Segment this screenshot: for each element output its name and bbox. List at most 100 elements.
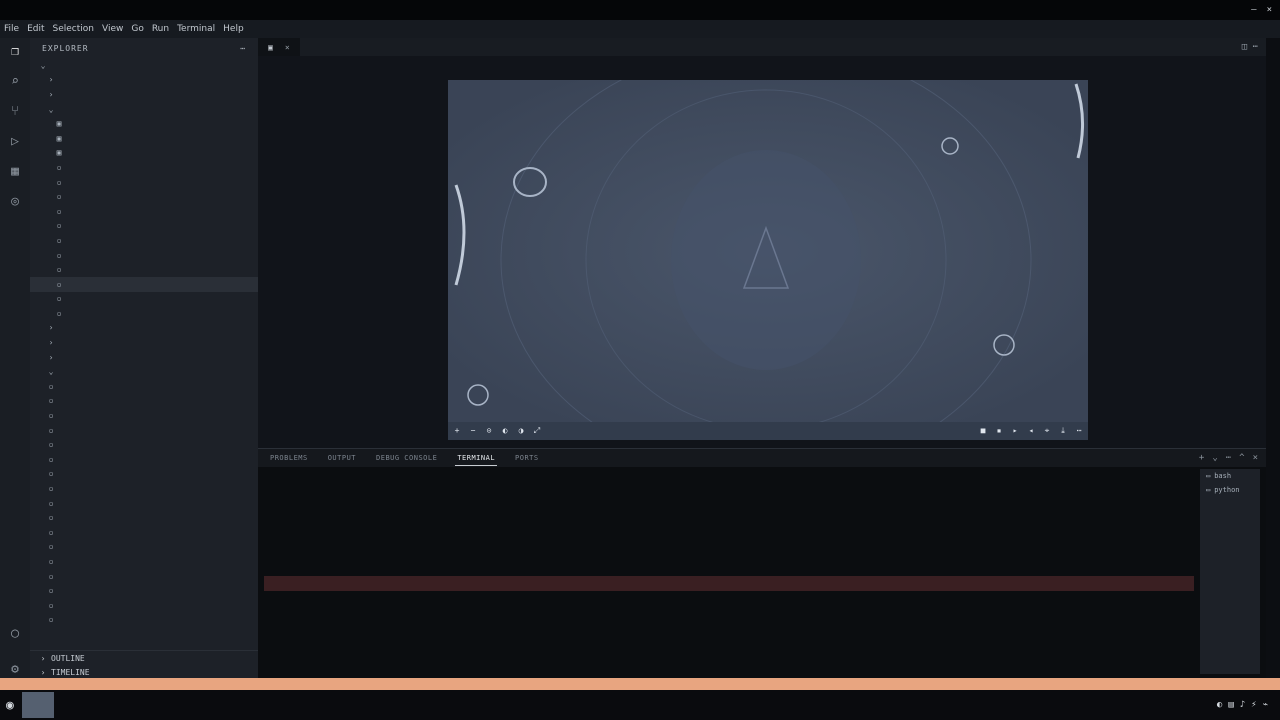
source-control-icon[interactable]: ⑂ [7,104,23,120]
tree-item[interactable]: ▫ [30,437,258,452]
zoom-out-icon[interactable]: − [468,426,478,436]
tree-item[interactable]: › [30,335,258,350]
tree-item[interactable]: ▫ [30,554,258,569]
vertical-scrollbar[interactable] [1266,38,1280,678]
tab-debug-console[interactable]: DEBUG CONSOLE [374,451,439,465]
editor-tab-image[interactable]: ▣ × [258,38,300,56]
tree-item[interactable]: ⌄ [30,364,258,379]
tree-item[interactable]: ▫ [30,598,258,613]
prev-icon[interactable]: ◂ [1026,426,1036,436]
timeline-header[interactable]: › TIMELINE [30,666,258,678]
tab-terminal[interactable]: TERMINAL [455,451,498,466]
remote-icon[interactable]: ◎ [7,194,23,210]
tree-item[interactable]: ▫ [30,160,258,175]
terminal-output[interactable] [264,471,1194,676]
menu-go[interactable]: Go [131,24,143,34]
invert-icon[interactable]: ◑ [516,426,526,436]
tree-item[interactable]: ▫ [30,613,258,628]
new-terminal-icon[interactable]: + [1199,453,1204,463]
crosshair-icon[interactable]: ⌖ [1042,426,1052,436]
maximize-panel-icon[interactable]: ^ [1239,453,1244,463]
terminal-dropdown-icon[interactable]: ⌄ [1212,453,1217,463]
tree-item[interactable]: › [30,87,258,102]
tree-item[interactable]: ▫ [30,408,258,423]
close-panel-icon[interactable]: × [1253,453,1258,463]
tree-item[interactable]: ▫ [30,276,258,292]
zoom-in-icon[interactable]: + [452,426,462,436]
tray-icon[interactable]: ♪ [1240,700,1245,710]
terminal-list-item[interactable]: ▭ python [1200,483,1260,497]
tree-item[interactable]: ▫ [30,525,258,540]
stop-icon[interactable]: ■ [978,426,988,436]
tree-item[interactable]: ▫ [30,583,258,598]
download-icon[interactable]: ⤓ [1058,426,1068,436]
run-debug-icon[interactable]: ▷ [7,134,23,150]
reset-view-icon[interactable]: ⊙ [484,426,494,436]
tree-item[interactable]: ⌄ [30,58,258,73]
tree-item[interactable]: ▫ [30,467,258,482]
terminal-list-item[interactable]: ▭ bash [1200,469,1260,483]
tree-item[interactable]: ▣ [30,116,258,131]
start-icon[interactable]: ◉ [6,698,14,713]
tray-icon[interactable]: ⌁ [1263,700,1268,710]
tray-icon[interactable]: ▤ [1228,700,1233,710]
extensions-icon[interactable]: ▦ [7,164,23,180]
account-icon[interactable]: ◯ [7,626,23,642]
tree-item[interactable]: ▫ [30,540,258,555]
contrast-icon[interactable]: ◐ [500,426,510,436]
tray-icon[interactable]: ⚡ [1251,700,1256,710]
search-icon[interactable]: ⌕ [7,74,23,90]
tree-item[interactable]: ▫ [30,262,258,277]
tab-output[interactable]: OUTPUT [326,451,358,465]
fit-icon[interactable]: ⤢ [532,426,542,436]
more-icon[interactable]: ⋯ [1074,426,1084,436]
files-icon[interactable]: ❐ [7,44,23,60]
tree-item[interactable]: ▫ [30,423,258,438]
menu-help[interactable]: Help [223,24,244,34]
tree-item[interactable]: ▫ [30,481,258,496]
tree-item[interactable]: ▫ [30,452,258,467]
tray-icon[interactable]: ◐ [1217,700,1222,710]
tree-item[interactable]: › [30,321,258,336]
tree-item[interactable]: ▫ [30,496,258,511]
tree-item[interactable]: ▣ [30,131,258,146]
tree-item[interactable]: ▫ [30,379,258,394]
menu-selection[interactable]: Selection [53,24,94,34]
tree-item[interactable]: ▫ [30,175,258,190]
image-preview[interactable]: + − ⊙ ◐ ◑ ⤢ ■ ▪ ▸ ◂ ⌖ ⤓ ⋯ [448,80,1088,440]
tree-item[interactable]: ▫ [30,569,258,584]
menu-edit[interactable]: Edit [27,24,44,34]
minimize-button[interactable]: – [1251,5,1256,15]
menu-terminal[interactable]: Terminal [177,24,215,34]
tree-item[interactable]: ▫ [30,219,258,234]
tree-item[interactable]: ▫ [30,394,258,409]
tree-item[interactable]: ▫ [30,233,258,248]
panel-more-icon[interactable]: ⋯ [1226,453,1231,463]
tree-item[interactable]: ▫ [30,306,258,321]
tree-item[interactable]: ▫ [30,510,258,525]
tree-item[interactable]: ▫ [30,248,258,263]
menu-file[interactable]: File [4,24,19,34]
taskbar-app-button[interactable] [21,692,54,718]
tree-item[interactable]: ⌄ [30,102,258,117]
tree-item[interactable]: › [30,350,258,365]
frame-icon[interactable]: ▪ [994,426,1004,436]
tree-item[interactable]: ▣ [30,146,258,161]
menu-run[interactable]: Run [152,24,169,34]
file-icon: ▫ [56,177,62,187]
close-icon[interactable]: × [285,43,290,52]
tab-problems[interactable]: PROBLEMS [268,451,310,465]
tree-item[interactable]: ▫ [30,292,258,307]
split-editor-icon[interactable]: ◫ ⋯ [1234,42,1266,52]
next-icon[interactable]: ▸ [1010,426,1020,436]
tree-item[interactable]: › [30,73,258,88]
close-button[interactable]: × [1267,5,1272,15]
chevron-down-icon: ⌄ [40,60,46,70]
menu-view[interactable]: View [102,24,123,34]
outline-header[interactable]: › OUTLINE [30,651,258,666]
gear-icon[interactable]: ⚙ [7,662,23,678]
more-actions-icon[interactable]: ⋯ [240,44,246,53]
tree-item[interactable]: ▫ [30,204,258,219]
tree-item[interactable]: ▫ [30,189,258,204]
tab-ports[interactable]: PORTS [513,451,541,465]
